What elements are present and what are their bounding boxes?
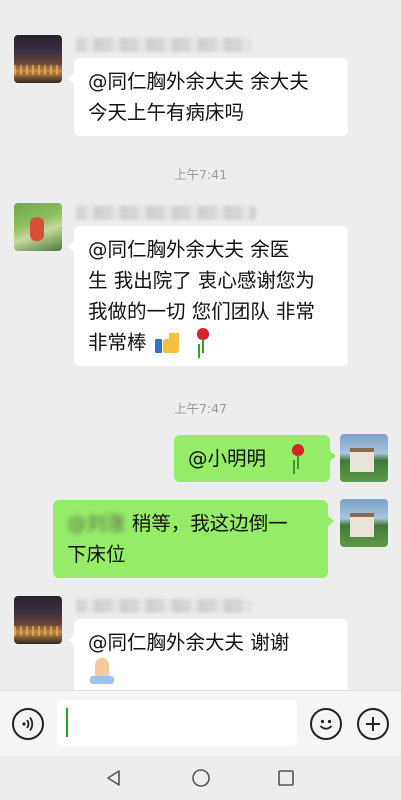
message-text: 今天上午有病床吗: [88, 101, 245, 124]
park-avatar[interactable]: [14, 203, 62, 251]
message-bubble[interactable]: @同仁胸外余大夫 余医 生 我出院了 衷心感谢您为 我做的一切 您们团队 非常 …: [68, 226, 348, 366]
message-text: 生 我出院了 衷心感谢您为: [88, 269, 315, 292]
voice-icon[interactable]: [12, 708, 44, 740]
message-bubble[interactable]: @同仁胸外余大夫 谢谢: [68, 619, 348, 690]
sender-name-blurred: [76, 206, 256, 220]
text-caret: [66, 708, 68, 737]
message-text: @同仁胸外余大夫 谢谢: [88, 631, 290, 654]
back-icon[interactable]: [104, 768, 124, 788]
chat-area[interactable]: @同仁胸外余大夫 余大夫 今天上午有病床吗 上午7:41 @同仁胸外余大夫 余医…: [0, 0, 401, 690]
message-text: @同仁胸外余大夫 余大夫: [88, 70, 309, 93]
system-nav-bar: [0, 756, 401, 800]
message-text: 下床位: [67, 543, 126, 566]
plus-icon[interactable]: [357, 708, 389, 740]
message-text: 稍等，我这边倒一: [125, 512, 288, 535]
rose-icon: [288, 444, 308, 470]
message-text: @同仁胸外余大夫 余医: [88, 238, 290, 261]
message-text: 我做的一切 您们团队 非常: [88, 300, 315, 323]
sender-name-blurred: [76, 599, 251, 613]
message-bubble[interactable]: @小明明: [174, 435, 336, 482]
message-input[interactable]: [57, 700, 297, 746]
city-night-avatar[interactable]: [14, 596, 62, 644]
input-bar: [0, 690, 401, 756]
message-text: 非常棒: [88, 331, 147, 354]
message-bubble[interactable]: @刘涨 稍等，我这边倒一 下床位: [53, 500, 334, 578]
sender-name-blurred: [76, 38, 251, 52]
timestamp: 上午7:47: [173, 401, 228, 416]
message-bubble[interactable]: @同仁胸外余大夫 余大夫 今天上午有病床吗: [68, 58, 348, 136]
thumbs-up-icon: [154, 329, 181, 353]
house-avatar[interactable]: [340, 499, 388, 547]
message-text: @小明明: [188, 447, 267, 470]
mention-blurred: @刘涨: [67, 512, 126, 535]
rose-icon: [193, 328, 213, 354]
praying-hands-icon: [88, 658, 116, 684]
recents-icon[interactable]: [276, 768, 296, 788]
emoji-icon[interactable]: [310, 708, 342, 740]
timestamp: 上午7:41: [173, 167, 228, 182]
home-icon[interactable]: [191, 768, 211, 788]
house-avatar[interactable]: [340, 434, 388, 482]
city-night-avatar[interactable]: [14, 35, 62, 83]
